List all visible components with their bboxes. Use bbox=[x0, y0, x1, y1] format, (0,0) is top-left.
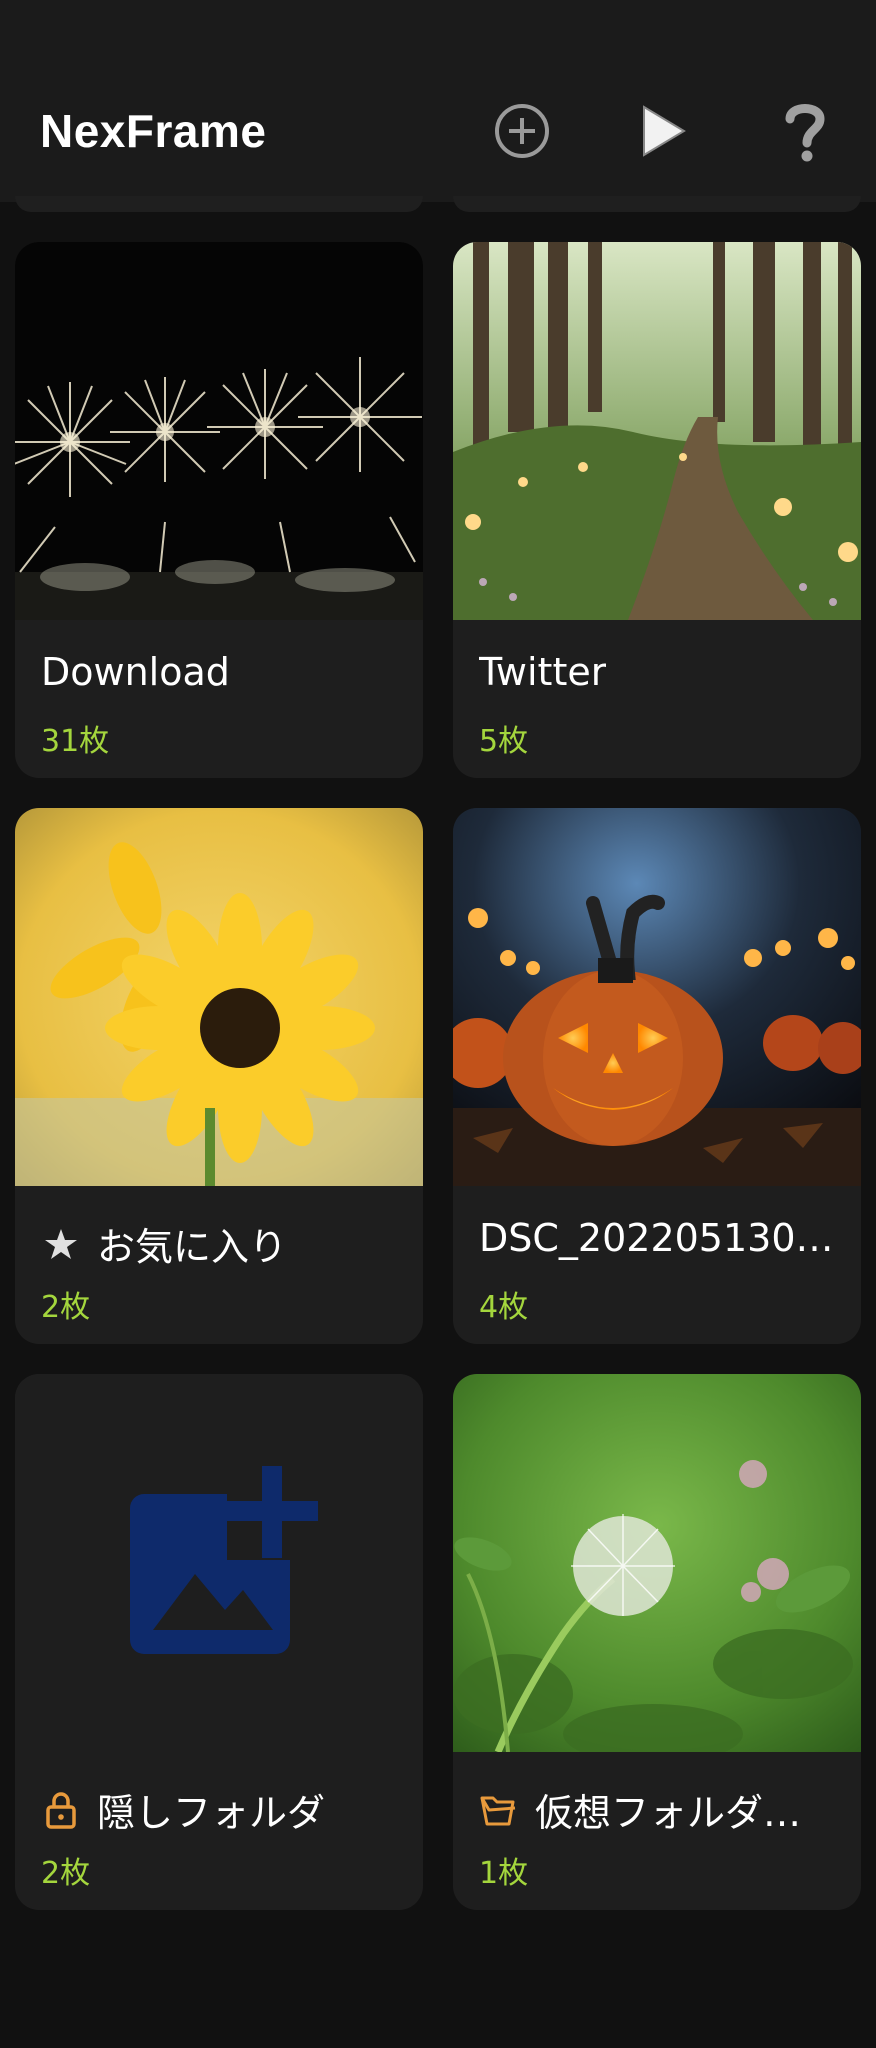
album-card-dsc[interactable]: DSC_2022051301… 4枚 bbox=[453, 808, 861, 1344]
album-thumbnail bbox=[453, 808, 861, 1186]
album-thumbnail bbox=[15, 242, 423, 620]
album-title: お気に入り bbox=[41, 1216, 403, 1271]
lock-icon bbox=[41, 1790, 81, 1830]
album-count: 5枚 bbox=[479, 724, 529, 759]
album-title-label: Download bbox=[41, 650, 230, 694]
album-title: DSC_2022051301… bbox=[479, 1216, 841, 1260]
app-bar: NexFrame bbox=[0, 0, 876, 202]
album-card-virtual-folder[interactable]: 仮想フォルダ… 1枚 bbox=[453, 1374, 861, 1910]
star-icon bbox=[41, 1224, 81, 1264]
album-card-twitter[interactable]: Twitter 5枚 bbox=[453, 242, 861, 778]
album-title-label: お気に入り bbox=[97, 1225, 288, 1269]
album-title-label: 仮想フォルダ… bbox=[535, 1791, 802, 1835]
album-thumbnail bbox=[15, 1374, 423, 1752]
album-count: 4枚 bbox=[479, 1290, 529, 1325]
help-icon bbox=[785, 104, 825, 162]
app-title: NexFrame bbox=[40, 105, 267, 157]
album-thumbnail bbox=[453, 242, 861, 620]
add-button[interactable] bbox=[487, 96, 557, 166]
help-button[interactable] bbox=[770, 96, 840, 166]
album-card-favorites[interactable]: お気に入り 2枚 bbox=[15, 808, 423, 1344]
album-count: 1枚 bbox=[479, 1856, 529, 1891]
album-thumbnail bbox=[15, 808, 423, 1186]
album-count: 2枚 bbox=[41, 1856, 91, 1891]
partial-album-card bbox=[453, 196, 861, 212]
add-circle-icon bbox=[495, 104, 549, 158]
album-count: 2枚 bbox=[41, 1290, 91, 1325]
album-card-hidden-folder[interactable]: 隠しフォルダ 2枚 bbox=[15, 1374, 423, 1910]
play-icon bbox=[643, 105, 686, 157]
album-title: Download bbox=[41, 650, 403, 694]
album-count: 31枚 bbox=[41, 724, 110, 759]
album-title: 仮想フォルダ… bbox=[479, 1782, 841, 1837]
album-title: Twitter bbox=[479, 650, 841, 694]
album-title-label: DSC_2022051301… bbox=[479, 1216, 841, 1260]
album-card-download[interactable]: Download 31枚 bbox=[15, 242, 423, 778]
folder-outline-icon bbox=[479, 1790, 519, 1830]
album-title-label: Twitter bbox=[479, 650, 607, 694]
partial-album-card bbox=[15, 196, 423, 212]
album-thumbnail bbox=[453, 1374, 861, 1752]
album-title: 隠しフォルダ bbox=[41, 1782, 403, 1837]
album-title-label: 隠しフォルダ bbox=[97, 1791, 326, 1835]
slideshow-play-button[interactable] bbox=[627, 96, 697, 166]
